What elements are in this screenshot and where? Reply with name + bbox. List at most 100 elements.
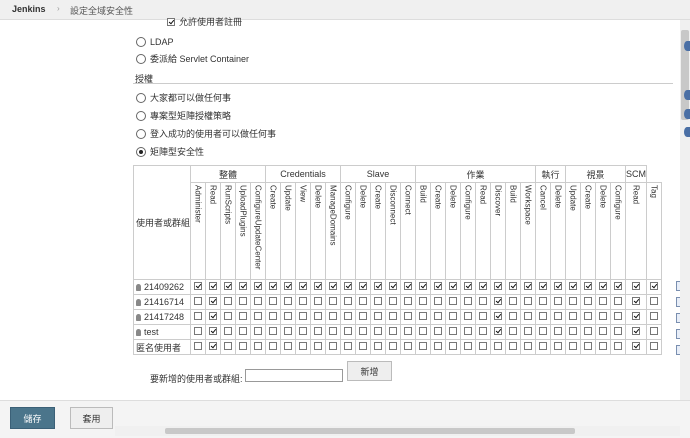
permission-checkbox[interactable]	[269, 342, 278, 350]
permission-checkbox[interactable]	[389, 312, 398, 320]
permission-checkbox[interactable]	[359, 297, 368, 305]
permission-checkbox[interactable]	[632, 342, 641, 350]
permission-checkbox[interactable]	[479, 342, 488, 350]
permission-checkbox[interactable]	[359, 342, 368, 350]
add-user-input[interactable]	[245, 369, 343, 382]
allow-signup-checkbox[interactable]	[167, 17, 175, 26]
permission-checkbox[interactable]	[539, 312, 548, 320]
permission-checkbox[interactable]	[632, 297, 641, 305]
permission-checkbox[interactable]	[464, 342, 473, 350]
permission-checkbox[interactable]	[299, 312, 308, 320]
permission-checkbox[interactable]	[449, 342, 458, 350]
permission-checkbox[interactable]	[239, 312, 248, 320]
breadcrumb-current[interactable]: 設定全域安全性	[70, 4, 133, 17]
permission-checkbox[interactable]	[374, 297, 383, 305]
permission-checkbox[interactable]	[632, 282, 641, 290]
permission-checkbox[interactable]	[239, 282, 248, 290]
permission-checkbox[interactable]	[524, 282, 533, 290]
jenkins-home-link[interactable]: Jenkins	[12, 4, 46, 14]
permission-checkbox[interactable]	[314, 297, 323, 305]
permission-checkbox[interactable]	[254, 327, 263, 335]
permission-checkbox[interactable]	[359, 312, 368, 320]
permission-checkbox[interactable]	[569, 312, 578, 320]
permission-checkbox[interactable]	[329, 282, 338, 290]
permission-checkbox[interactable]	[539, 342, 548, 350]
permission-checkbox[interactable]	[599, 342, 608, 350]
authz-option-matrix[interactable]: 矩陣型安全性	[136, 145, 204, 158]
permission-checkbox[interactable]	[494, 297, 503, 305]
horizontal-scrollbar-thumb[interactable]	[165, 428, 575, 434]
permission-checkbox[interactable]	[404, 282, 413, 290]
permission-checkbox[interactable]	[389, 327, 398, 335]
permission-checkbox[interactable]	[419, 297, 428, 305]
permission-checkbox[interactable]	[509, 297, 518, 305]
permission-checkbox[interactable]	[599, 282, 608, 290]
permission-checkbox[interactable]	[194, 282, 203, 290]
authz-option-project-matrix[interactable]: 專案型矩陣授權策略	[136, 109, 231, 122]
help-icon[interactable]	[684, 109, 690, 119]
permission-checkbox[interactable]	[419, 327, 428, 335]
realm-ldap-radio[interactable]	[136, 37, 146, 47]
permission-checkbox[interactable]	[569, 342, 578, 350]
permission-checkbox[interactable]	[194, 297, 203, 305]
permission-checkbox[interactable]	[389, 297, 398, 305]
permission-checkbox[interactable]	[224, 327, 233, 335]
permission-checkbox[interactable]	[329, 297, 338, 305]
permission-checkbox[interactable]	[584, 282, 593, 290]
permission-checkbox[interactable]	[584, 327, 593, 335]
apply-button[interactable]: 套用	[70, 407, 113, 429]
permission-checkbox[interactable]	[344, 327, 353, 335]
permission-checkbox[interactable]	[434, 342, 443, 350]
permission-checkbox[interactable]	[239, 297, 248, 305]
permission-checkbox[interactable]	[494, 342, 503, 350]
authz-matrix-radio[interactable]	[136, 146, 146, 157]
permission-checkbox[interactable]	[464, 312, 473, 320]
permission-checkbox[interactable]	[584, 342, 593, 350]
permission-checkbox[interactable]	[194, 312, 203, 320]
permission-checkbox[interactable]	[209, 282, 218, 290]
permission-checkbox[interactable]	[650, 282, 659, 290]
permission-checkbox[interactable]	[329, 342, 338, 350]
permission-checkbox[interactable]	[524, 312, 533, 320]
authz-anyone-radio[interactable]	[136, 92, 146, 103]
permission-checkbox[interactable]	[509, 312, 518, 320]
permission-checkbox[interactable]	[344, 282, 353, 290]
permission-checkbox[interactable]	[239, 327, 248, 335]
permission-checkbox[interactable]	[404, 312, 413, 320]
permission-checkbox[interactable]	[404, 297, 413, 305]
permission-checkbox[interactable]	[194, 342, 203, 350]
permission-checkbox[interactable]	[329, 327, 338, 335]
permission-checkbox[interactable]	[554, 342, 563, 350]
permission-checkbox[interactable]	[434, 312, 443, 320]
permission-checkbox[interactable]	[449, 327, 458, 335]
permission-checkbox[interactable]	[269, 297, 278, 305]
permission-checkbox[interactable]	[269, 327, 278, 335]
authz-option-anyone[interactable]: 大家都可以做任何事	[136, 91, 231, 104]
permission-checkbox[interactable]	[314, 327, 323, 335]
permission-checkbox[interactable]	[599, 312, 608, 320]
permission-checkbox[interactable]	[269, 312, 278, 320]
permission-checkbox[interactable]	[524, 342, 533, 350]
authz-logged-in-radio[interactable]	[136, 128, 146, 139]
permission-checkbox[interactable]	[569, 327, 578, 335]
permission-checkbox[interactable]	[434, 282, 443, 290]
permission-checkbox[interactable]	[434, 297, 443, 305]
permission-checkbox[interactable]	[254, 342, 263, 350]
permission-checkbox[interactable]	[569, 282, 578, 290]
permission-checkbox[interactable]	[494, 282, 503, 290]
permission-checkbox[interactable]	[224, 282, 233, 290]
permission-checkbox[interactable]	[254, 282, 263, 290]
save-button[interactable]: 儲存	[10, 407, 55, 429]
permission-checkbox[interactable]	[284, 297, 293, 305]
permission-checkbox[interactable]	[632, 327, 641, 335]
permission-checkbox[interactable]	[554, 312, 563, 320]
permission-checkbox[interactable]	[650, 312, 659, 320]
permission-checkbox[interactable]	[419, 342, 428, 350]
permission-checkbox[interactable]	[209, 312, 218, 320]
permission-checkbox[interactable]	[479, 312, 488, 320]
realm-servlet-radio[interactable]	[136, 53, 146, 64]
permission-checkbox[interactable]	[209, 342, 218, 350]
permission-checkbox[interactable]	[314, 312, 323, 320]
permission-checkbox[interactable]	[329, 312, 338, 320]
permission-checkbox[interactable]	[554, 282, 563, 290]
